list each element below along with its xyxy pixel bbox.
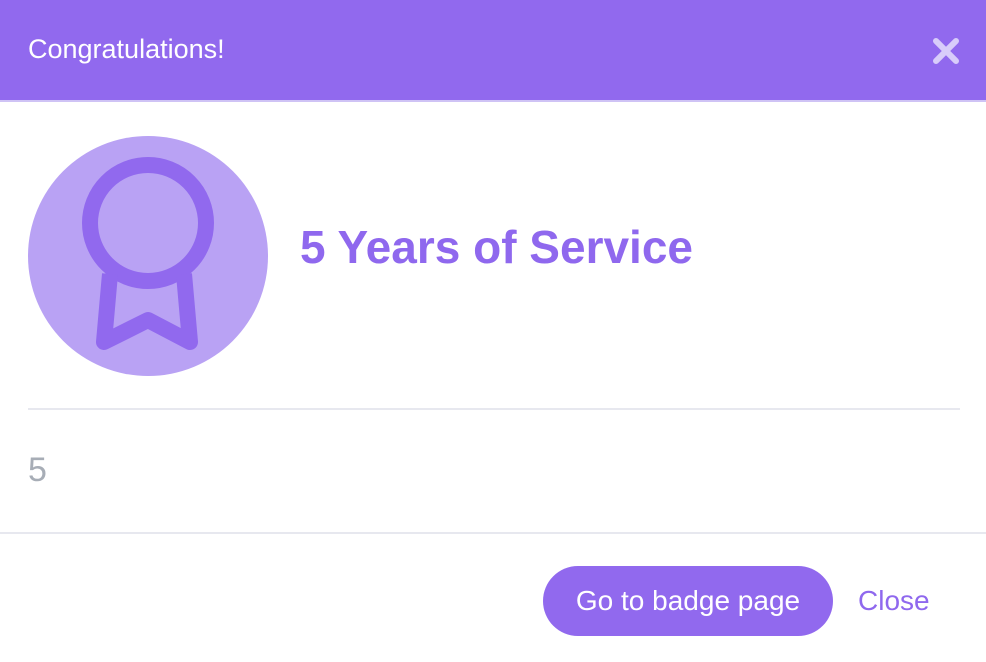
- badge-description: 5: [28, 451, 47, 489]
- footer-divider: [0, 532, 986, 534]
- ribbon-medal-icon: [82, 157, 214, 350]
- badge-image: [28, 136, 268, 376]
- modal-header: Congratulations!: [0, 0, 986, 102]
- close-icon[interactable]: [928, 33, 964, 69]
- divider: [28, 408, 960, 410]
- go-to-badge-page-button[interactable]: Go to badge page: [543, 566, 833, 636]
- close-button[interactable]: Close: [858, 566, 930, 636]
- modal-title: Congratulations!: [28, 34, 225, 64]
- badge-title: 5 Years of Service: [300, 221, 693, 273]
- badge-award-modal: Congratulations! 5 Years of Service 5 Go…: [0, 0, 986, 662]
